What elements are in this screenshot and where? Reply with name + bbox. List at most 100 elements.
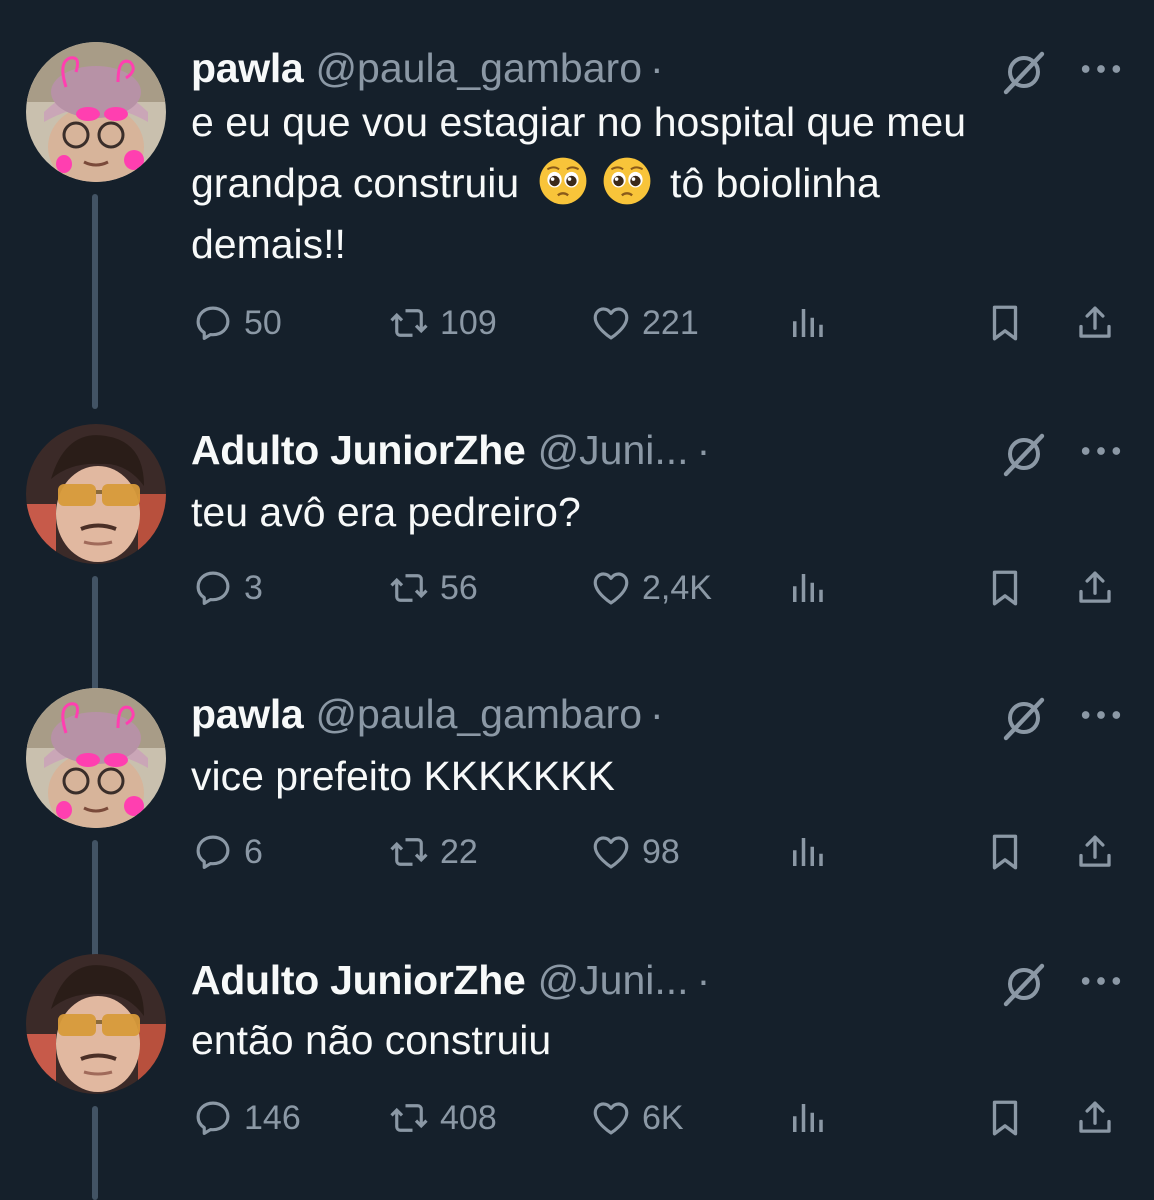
views-button[interactable] [786,1093,828,1143]
share-button[interactable] [1074,1093,1116,1143]
reply-count: 50 [244,303,282,342]
tweet-text: vice prefeito KKKKKKK [191,753,615,799]
reply-button[interactable]: 3 [192,563,263,613]
reply-icon [192,831,234,873]
reply-count: 6 [244,832,263,871]
tweet-text: então não construiu [191,1017,552,1063]
tweet-text: e eu que vou estagiar no hospital que me… [191,92,1094,275]
share-button[interactable] [1074,563,1116,613]
share-icon [1074,1097,1116,1139]
like-icon [590,302,632,344]
views-button[interactable] [786,298,828,348]
retweet-button[interactable]: 109 [388,298,497,348]
like-button[interactable]: 98 [590,827,680,877]
like-count: 221 [642,303,699,342]
retweet-icon [388,831,430,873]
retweet-icon [388,567,430,609]
display-name[interactable]: pawla [191,691,304,738]
tweet-text-line: demais!! [191,221,346,267]
tweet-text-line: e eu que vou estagiar no hospital que me… [191,99,966,145]
grok-icon[interactable] [1000,48,1048,96]
username[interactable]: @Juni... [538,427,689,474]
views-button[interactable] [786,827,828,877]
tweet-text-segment: tô boiolinha [670,160,880,206]
bookmark-button[interactable] [984,827,1026,877]
retweet-button[interactable]: 22 [388,827,478,877]
views-icon [786,302,828,344]
like-button[interactable]: 221 [590,298,699,348]
retweet-button[interactable]: 408 [388,1093,497,1143]
action-bar: 50 109 221 [0,298,1154,348]
tweet-text: teu avô era pedreiro? [191,489,581,535]
tweet[interactable]: Adulto JuniorZhe @Juni... · então não co… [0,950,1154,1200]
like-icon [590,567,632,609]
retweet-count: 408 [440,1098,497,1137]
reply-icon [192,567,234,609]
share-icon [1074,831,1116,873]
tweet-text-segment: grandpa construiu [191,160,520,206]
avatar[interactable] [26,424,166,564]
username[interactable]: @paula_gambaro [315,45,642,92]
bookmark-button[interactable] [984,298,1026,348]
share-icon [1074,302,1116,344]
more-icon[interactable] [1078,966,1124,996]
tweet-text-line: grandpa construiu tô boiolinha [191,153,1094,214]
bookmark-icon [984,302,1026,344]
pleading-face-emoji-icon [537,155,589,207]
tweet[interactable]: pawla @paula_gambaro · e eu que vou esta… [0,38,1154,409]
more-icon[interactable] [1078,436,1124,466]
retweet-icon [388,302,430,344]
grok-icon[interactable] [1000,430,1048,478]
views-icon [786,831,828,873]
views-button[interactable] [786,563,828,613]
avatar[interactable] [26,42,166,182]
retweet-count: 22 [440,832,478,871]
like-button[interactable]: 6K [590,1093,684,1143]
like-icon [590,831,632,873]
reply-button[interactable]: 50 [192,298,282,348]
separator-dot: · [696,956,711,1003]
reply-icon [192,302,234,344]
grok-icon[interactable] [1000,694,1048,742]
pleading-face-emoji-icon [601,155,653,207]
avatar[interactable] [26,688,166,828]
like-count: 6K [642,1098,684,1137]
separator-dot: · [696,426,711,473]
bookmark-button[interactable] [984,1093,1026,1143]
retweet-count: 109 [440,303,497,342]
reply-icon [192,1097,234,1139]
tweet[interactable]: Adulto JuniorZhe @Juni... · teu avô era … [0,420,1154,696]
separator-dot: · [650,44,664,91]
retweet-button[interactable]: 56 [388,563,478,613]
action-bar: 3 56 2,4K [0,563,1154,613]
grok-icon[interactable] [1000,960,1048,1008]
reply-button[interactable]: 146 [192,1093,301,1143]
like-icon [590,1097,632,1139]
action-bar: 6 22 98 [0,827,1154,877]
views-icon [786,1097,828,1139]
bookmark-icon [984,1097,1026,1139]
share-button[interactable] [1074,298,1116,348]
like-count: 2,4K [642,568,712,607]
reply-count: 146 [244,1098,301,1137]
more-icon[interactable] [1078,54,1124,84]
username[interactable]: @paula_gambaro [315,691,642,738]
reply-count: 3 [244,568,263,607]
more-icon[interactable] [1078,700,1124,730]
display-name[interactable]: pawla [191,45,304,92]
reply-button[interactable]: 6 [192,827,263,877]
separator-dot: · [650,690,664,737]
retweet-icon [388,1097,430,1139]
share-button[interactable] [1074,827,1116,877]
avatar[interactable] [26,954,166,1094]
display-name[interactable]: Adulto JuniorZhe [191,957,526,1004]
username[interactable]: @Juni... [538,957,689,1004]
display-name[interactable]: Adulto JuniorZhe [191,427,526,474]
views-icon [786,567,828,609]
like-count: 98 [642,832,680,871]
bookmark-button[interactable] [984,563,1026,613]
bookmark-icon [984,567,1026,609]
like-button[interactable]: 2,4K [590,563,712,613]
share-icon [1074,567,1116,609]
tweet[interactable]: pawla @paula_gambaro · vice prefeito KKK… [0,684,1154,960]
